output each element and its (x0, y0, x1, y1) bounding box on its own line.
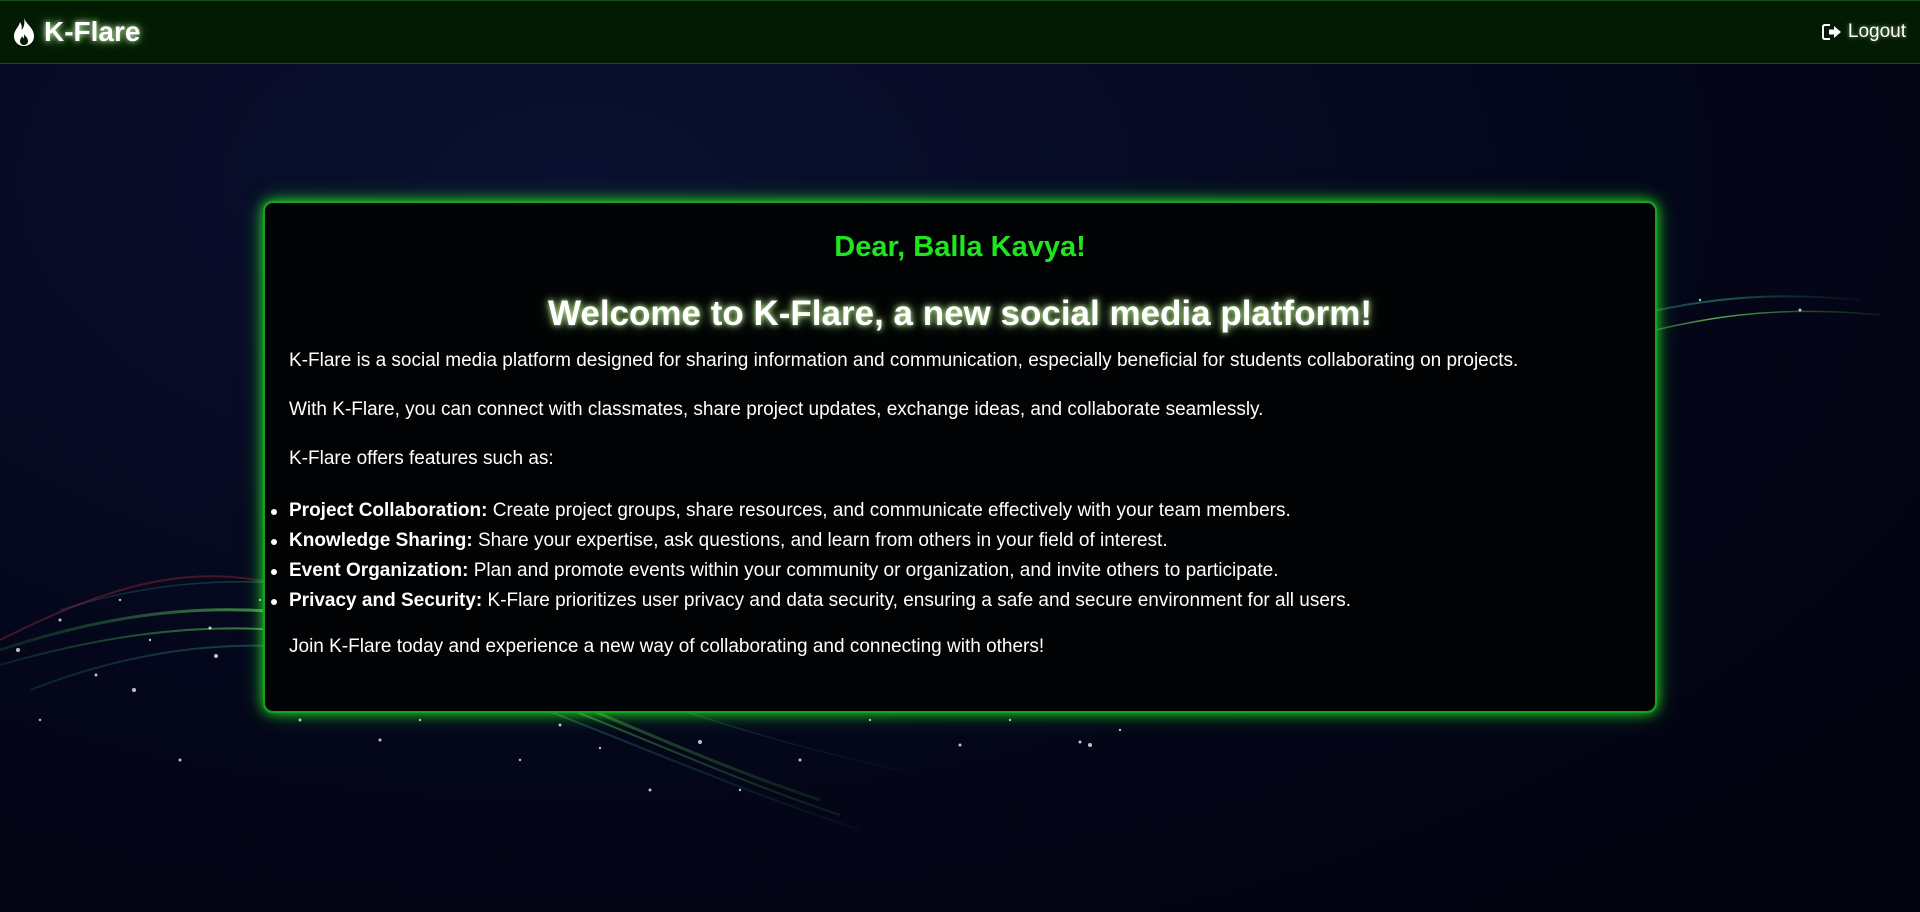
feature-title: Knowledge Sharing: (289, 530, 473, 551)
top-navbar: K-Flare Logout (0, 0, 1920, 64)
intro-paragraph: K-Flare is a social media platform desig… (289, 350, 1519, 371)
brand-name: K-Flare (44, 16, 141, 47)
feature-text: Create project groups, share resources, … (487, 500, 1291, 521)
welcome-heading: Welcome to K-Flare, a new social media p… (547, 294, 1372, 333)
feature-text: Share your expertise, ask questions, and… (472, 530, 1168, 551)
features-list: Project Collaboration: Create project gr… (271, 496, 1631, 616)
connect-paragraph: With K-Flare, you can connect with class… (289, 399, 1264, 420)
sign-out-icon (1821, 24, 1841, 40)
feature-text: Plan and promote events within your comm… (468, 560, 1279, 581)
greeting-heading: Dear, Balla Kavya! (834, 231, 1086, 263)
list-item: Event Organization: Plan and promote eve… (271, 556, 1631, 586)
feature-text: K-Flare prioritizes user privacy and dat… (482, 590, 1352, 611)
brand-link[interactable]: K-Flare (12, 14, 140, 50)
feature-title: Project Collaboration: (289, 500, 488, 521)
feature-title: Event Organization: (289, 560, 469, 581)
logout-label: Logout (1847, 21, 1906, 42)
closing-paragraph: Join K-Flare today and experience a new … (289, 636, 1045, 657)
list-item: Knowledge Sharing: Share your expertise,… (271, 526, 1631, 556)
features-intro: K-Flare offers features such as: (289, 448, 554, 469)
logout-button[interactable]: Logout (1821, 21, 1906, 43)
flame-icon (14, 18, 34, 46)
list-item: Privacy and Security: K-Flare prioritize… (271, 586, 1631, 616)
list-item: Project Collaboration: Create project gr… (271, 496, 1631, 526)
welcome-card: Dear, Balla Kavya! Welcome to K-Flare, a… (263, 201, 1657, 713)
feature-title: Privacy and Security: (289, 590, 483, 611)
